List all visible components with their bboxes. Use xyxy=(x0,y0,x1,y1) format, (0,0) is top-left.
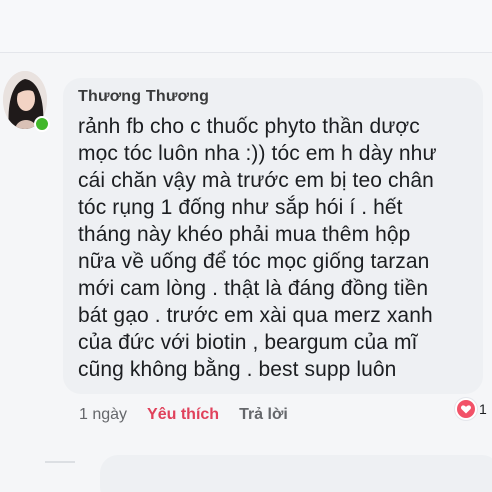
reaction-summary[interactable]: 1 xyxy=(455,398,487,420)
previous-comment-area xyxy=(0,0,492,53)
love-reaction-icon xyxy=(455,398,477,420)
next-comment-indicator xyxy=(45,461,75,463)
comment-actions: 1 ngày Yêu thích Trả lời xyxy=(79,406,288,424)
comment-text: rảnh fb cho c thuốc phyto thần dược mọc … xyxy=(78,115,437,381)
reaction-count: 1 xyxy=(479,401,487,417)
love-button[interactable]: Yêu thích xyxy=(147,406,219,424)
comment-timestamp[interactable]: 1 ngày xyxy=(79,406,127,424)
next-comment-bubble xyxy=(100,455,492,492)
reply-button[interactable]: Trả lời xyxy=(239,406,288,424)
comment-author[interactable]: Thương Thương xyxy=(78,86,471,108)
online-status-dot xyxy=(34,116,50,132)
comment-bubble: Thương Thương rảnh fb cho c thuốc phyto … xyxy=(63,78,483,394)
